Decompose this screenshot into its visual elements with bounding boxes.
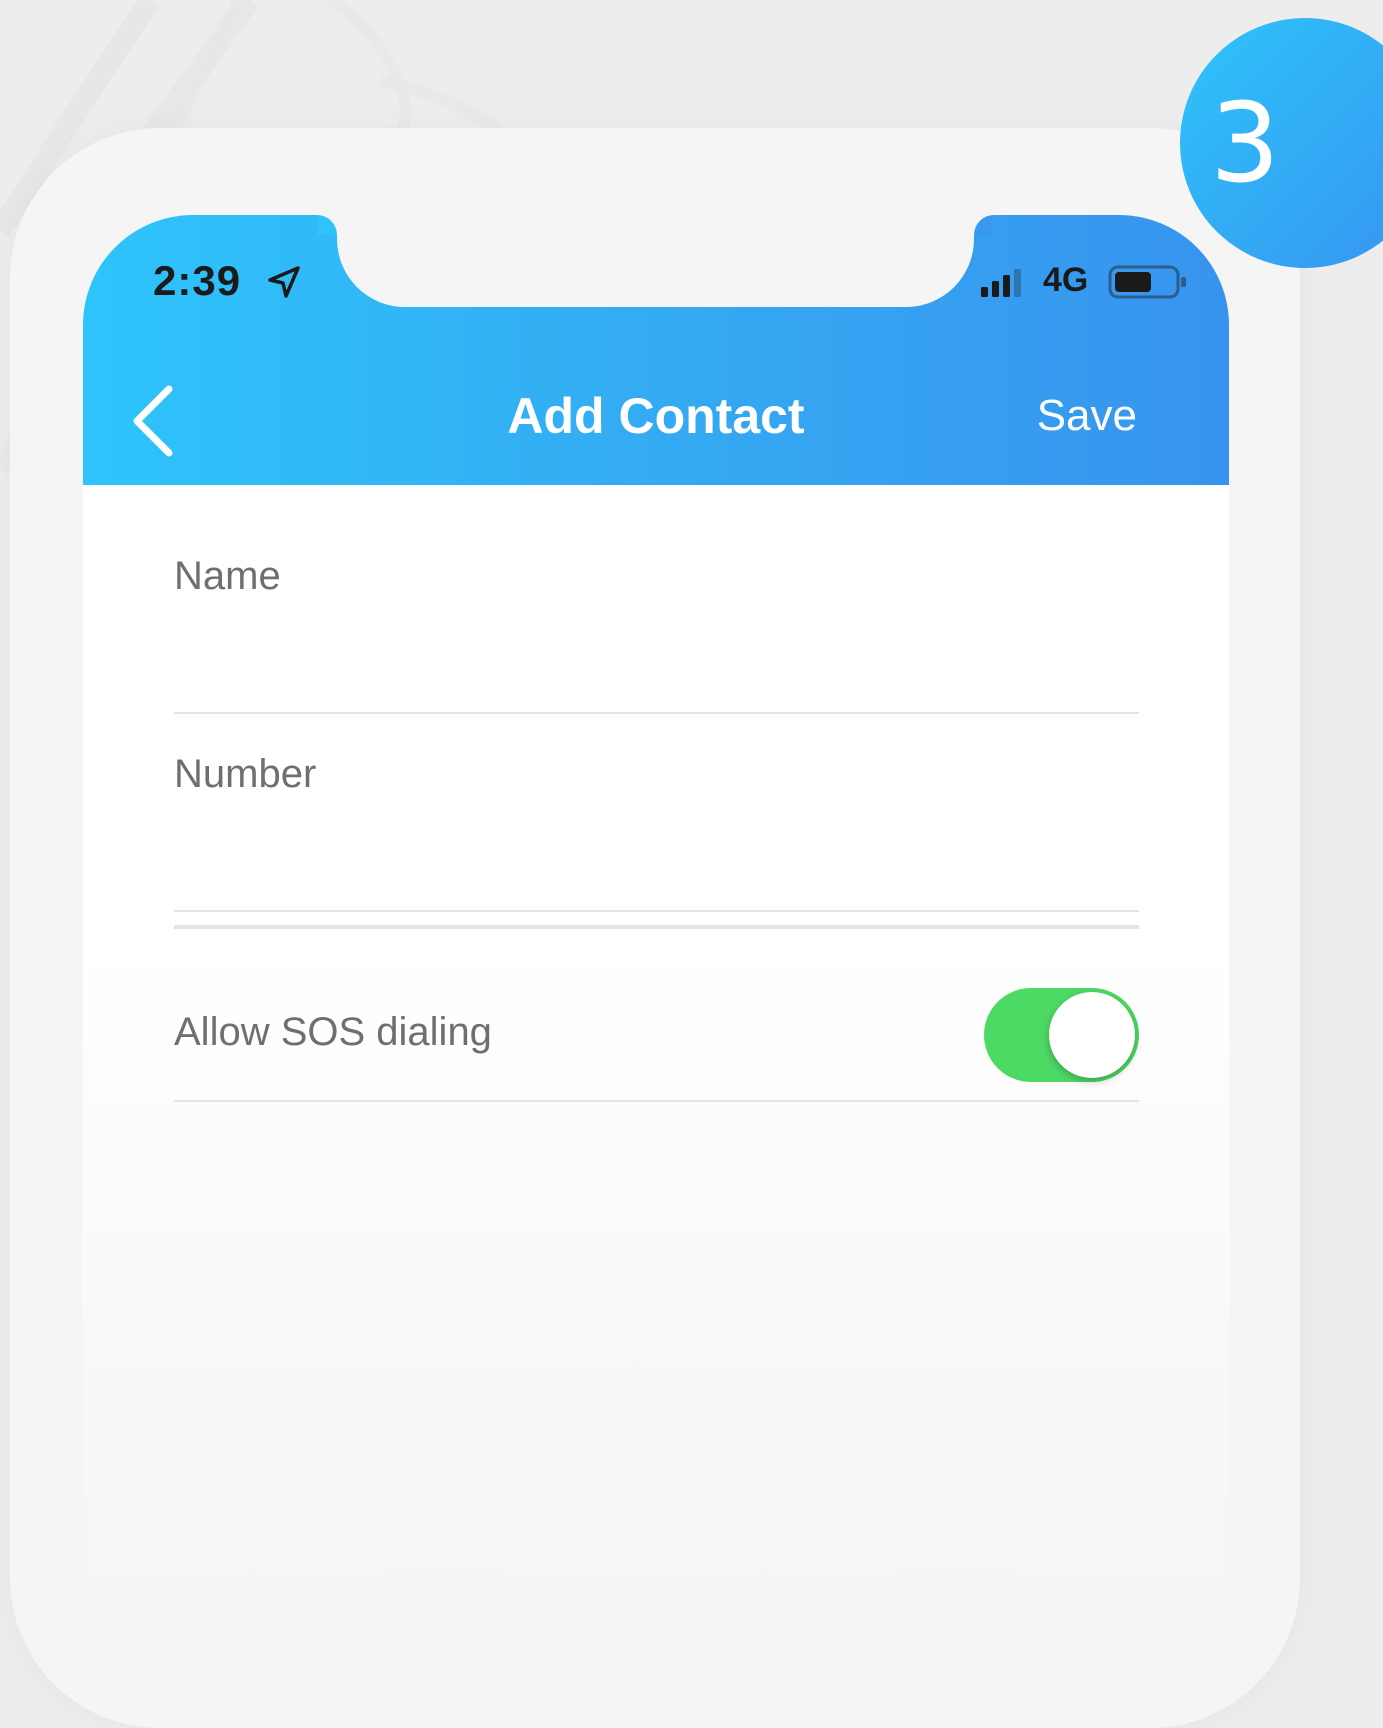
number-input[interactable] <box>174 826 1139 886</box>
network-type: 4G <box>1043 261 1089 299</box>
sos-toggle[interactable] <box>984 988 1139 1082</box>
phone-notch <box>337 215 974 307</box>
battery-icon <box>1108 265 1186 299</box>
name-label: Name <box>174 554 281 598</box>
cellular-signal-icon <box>981 269 1021 297</box>
toggle-knob <box>1049 992 1135 1078</box>
name-field-row: Name <box>174 520 1139 714</box>
location-arrow-icon <box>268 266 300 298</box>
sos-row: Allow SOS dialing <box>174 912 1139 1102</box>
sos-label: Allow SOS dialing <box>174 1010 492 1054</box>
number-field-row: Number <box>174 714 1139 912</box>
notch-corner-left <box>317 215 337 235</box>
save-button[interactable]: Save <box>1037 391 1137 441</box>
name-input[interactable] <box>174 630 1139 690</box>
notch-corner-right <box>974 215 994 235</box>
status-time: 2:39 <box>153 257 242 304</box>
number-label: Number <box>174 752 317 796</box>
